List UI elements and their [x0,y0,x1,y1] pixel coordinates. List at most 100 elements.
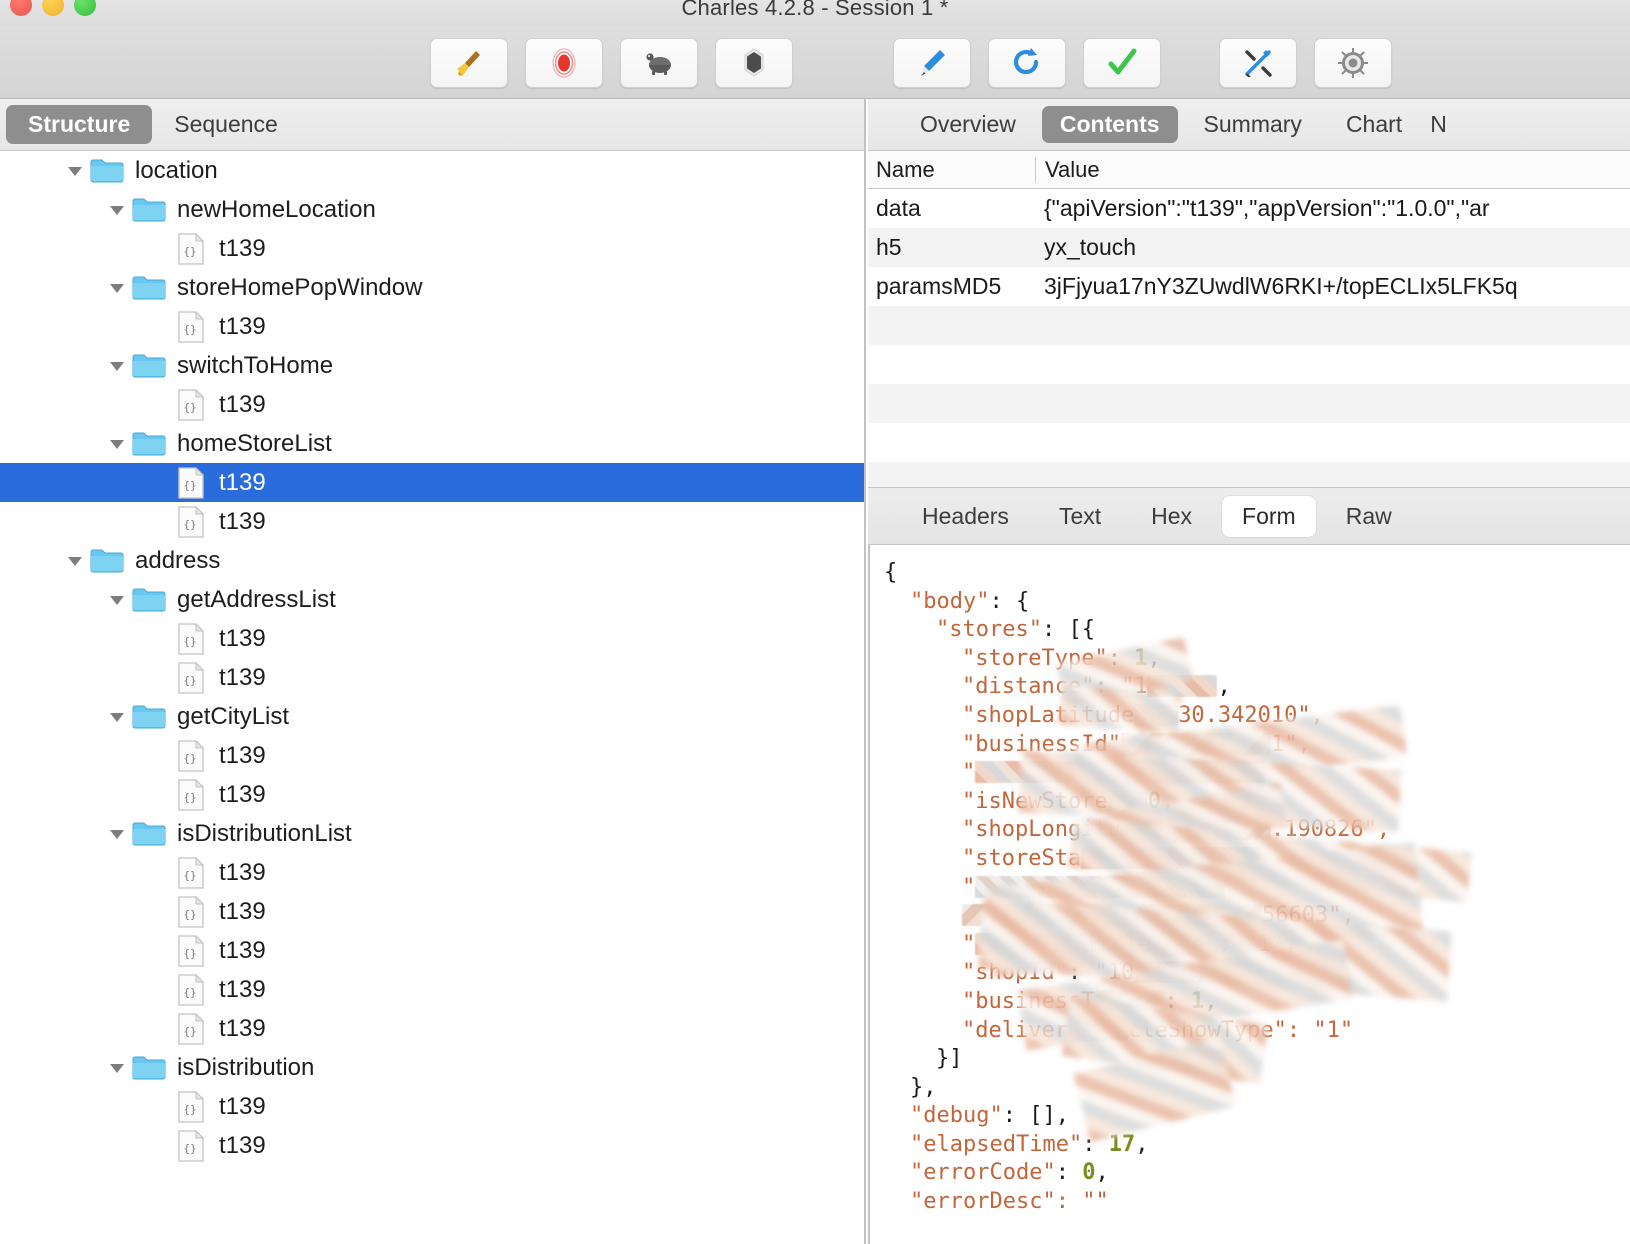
json-token: , [1135,1131,1149,1157]
tree-item-row[interactable]: {} t139 [0,385,864,424]
body-tab-text[interactable]: Text [1039,496,1121,537]
tree-node-label: t139 [219,468,266,496]
table-row[interactable]: paramsMD5 3jFjyua17nY3ZUwdlW6RKI+/topECLI… [868,267,1630,306]
breakpoints-button[interactable] [715,38,793,88]
tree-item-row[interactable]: {} t139 [0,502,864,541]
body-tab-raw[interactable]: Raw [1326,496,1412,537]
json-token: "storeType" [962,645,1108,671]
disclosure-triangle-icon[interactable] [62,541,88,580]
redacted-value [1067,1018,1128,1041]
tree-node-label: t139 [219,390,266,418]
disclosure-triangle-icon[interactable] [104,580,130,619]
tab-contents[interactable]: Contents [1041,106,1178,143]
body-tab-hex[interactable]: Hex [1131,496,1212,537]
repeat-button[interactable] [988,38,1066,88]
toolbar-group-settings [1219,38,1392,88]
tab-chart[interactable]: Chart [1328,106,1420,143]
json-file-icon: {} [172,466,210,499]
tree-node-label: getAddressList [177,585,336,613]
tab-clipped-notes[interactable]: N [1428,106,1449,143]
tree-item-row[interactable]: {} t139 [0,463,864,502]
tree-item-row[interactable]: {} t139 [0,307,864,346]
table-row[interactable]: h5 yx_touch [868,228,1630,267]
json-token: "shopLongitu [962,817,1121,843]
tree-node-label: newHomeLocation [177,195,376,223]
tree-folder-row[interactable]: homeStoreList [0,424,864,463]
main-content: Structure Sequence location newHomeLocatio… [0,99,1630,1244]
json-line: "isNewStore 0, [884,788,1630,817]
svg-text:{}: {} [183,479,196,492]
tree-folder-row[interactable]: isDistribution [0,1048,864,1087]
tree-folder-row[interactable]: address [0,541,864,580]
tree-item-row[interactable]: {} t139 [0,775,864,814]
tools-button[interactable] [1219,38,1297,88]
session-tree[interactable]: location newHomeLocation {} t139 storeHomePo… [0,151,864,1244]
json-token: 56603", [1262,903,1355,929]
validate-button[interactable] [1083,38,1161,88]
json-token: , [1095,1160,1109,1186]
json-body-viewer[interactable]: {"body": {"stores": [{"storeType": 1, "di… [868,545,1630,1244]
json-line: "errorDesc": "" [884,1188,1630,1217]
stop-sign-icon [737,46,771,80]
compose-button[interactable] [893,38,971,88]
disclosure-triangle-icon[interactable] [104,346,130,385]
svg-text:{}: {} [183,1142,196,1155]
redacted-value [1147,675,1218,698]
tree-folder-row[interactable]: isDistributionList [0,814,864,853]
disclosure-triangle-icon[interactable] [104,424,130,463]
tree-item-row[interactable]: {} t139 [0,658,864,697]
tree-item-row[interactable]: {} t139 [0,1009,864,1048]
throttle-button[interactable] [620,38,698,88]
disclosure-triangle-icon[interactable] [104,697,130,736]
disclosure-triangle-icon[interactable] [104,268,130,307]
json-token: e": "1", [1191,931,1298,957]
disclosure-triangle-icon[interactable] [104,814,130,853]
tab-structure[interactable]: Structure [6,105,153,144]
tree-folder-row[interactable]: getAddressList [0,580,864,619]
left-pane: Structure Sequence location newHomeLocatio… [0,99,866,1244]
disclosure-triangle-icon[interactable] [104,1048,130,1087]
tree-item-row[interactable]: {} t139 [0,931,864,970]
tree-item-row[interactable]: {} t139 [0,229,864,268]
redacted-value [962,904,1262,927]
tab-sequence[interactable]: Sequence [152,105,300,144]
tree-node-label: t139 [219,1092,266,1120]
folder-icon [130,1054,168,1081]
tab-overview[interactable]: Overview [902,106,1034,143]
json-token: " [962,931,976,957]
body-tab-form[interactable]: Form [1222,495,1316,537]
settings-button[interactable] [1314,38,1392,88]
tree-folder-row[interactable]: newHomeLocation [0,190,864,229]
disclosure-triangle-icon[interactable] [104,190,130,229]
tree-folder-row[interactable]: location [0,151,864,190]
json-token: "isNewStore [962,788,1108,814]
tree-item-row[interactable]: {} t139 [0,892,864,931]
tree-item-row[interactable]: {} t139 [0,1126,864,1165]
clear-session-button[interactable] [430,38,508,88]
svg-text:{}: {} [183,323,196,336]
table-cell-value: 3jFjyua17nY3ZUwdlW6RKI+/topECLIx5LFK5q [1044,273,1518,299]
tree-item-row[interactable]: {} t139 [0,736,864,775]
structure-sequence-tabbar: Structure Sequence [0,99,864,151]
redacted-value [975,875,1226,898]
json-token: 0 [1082,1160,1096,1186]
tree-folder-row[interactable]: switchToHome [0,346,864,385]
json-file-icon: {} [172,388,210,421]
tree-item-row[interactable]: {} t139 [0,970,864,1009]
record-button[interactable] [525,38,603,88]
svg-text:{}: {} [183,1103,196,1116]
tree-folder-row[interactable]: getCityList [0,697,864,736]
tree-folder-row[interactable]: storeHomePopWindow [0,268,864,307]
body-tab-headers[interactable]: Headers [902,496,1029,537]
tree-item-row[interactable]: {} t139 [0,1087,864,1126]
tree-node-label: getCityList [177,702,290,730]
tab-summary[interactable]: Summary [1186,106,1320,143]
json-token: : "" [1055,1189,1109,1215]
json-token: "errorDesc" [910,1189,1056,1215]
tree-item-row[interactable]: {} t139 [0,619,864,658]
json-content: {"body": {"stores": [{"storeType": 1, "di… [870,545,1630,1217]
table-row[interactable]: data {"apiVersion":"t139","appVersion":"1… [868,189,1630,228]
tree-item-row[interactable]: {} t139 [0,853,864,892]
json-token: : [{ [1041,617,1095,643]
disclosure-triangle-icon[interactable] [62,151,88,190]
